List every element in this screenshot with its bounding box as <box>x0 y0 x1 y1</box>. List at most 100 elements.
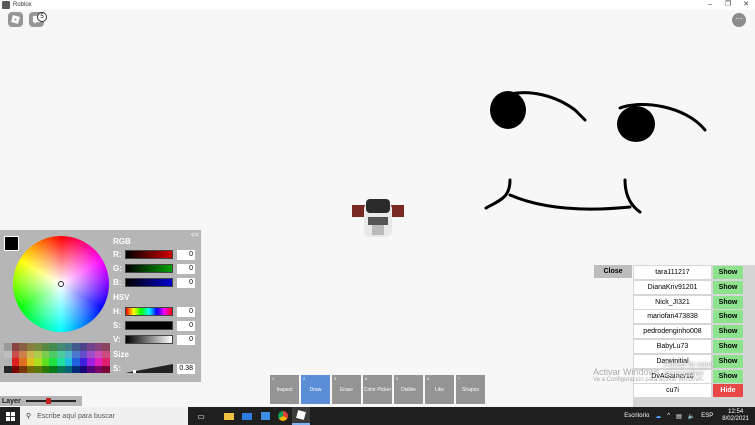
palette-swatch[interactable] <box>79 343 88 351</box>
palette-swatch[interactable] <box>34 358 42 366</box>
palette-swatch[interactable] <box>79 350 88 358</box>
maximize-button[interactable]: ❐ <box>719 0 737 10</box>
palette-swatch[interactable] <box>41 358 50 366</box>
palette-swatch[interactable] <box>49 358 57 366</box>
palette-swatch[interactable] <box>49 365 57 373</box>
show-player-button[interactable]: Show <box>713 280 743 294</box>
palette-swatch[interactable] <box>102 343 110 351</box>
color-wheel-cursor[interactable] <box>58 281 64 287</box>
palette-swatch[interactable] <box>57 343 65 351</box>
palette-swatch[interactable] <box>41 365 50 373</box>
show-player-button[interactable]: Show <box>713 266 743 279</box>
palette-swatch[interactable] <box>19 343 27 351</box>
tool-draw[interactable]: 2 Draw <box>301 375 330 404</box>
network-icon[interactable]: ▤ <box>676 413 682 420</box>
palette-swatch[interactable] <box>72 350 80 358</box>
show-player-button[interactable]: Show <box>713 339 743 353</box>
saturation-slider[interactable] <box>125 321 173 330</box>
palette-swatch[interactable] <box>64 350 73 358</box>
taskbar-clock[interactable]: 12:54 8/02/2021 <box>719 409 752 423</box>
palette-swatch[interactable] <box>19 350 27 358</box>
desktop-toolbar-label[interactable]: Escritorio <box>624 413 649 419</box>
palette-swatch[interactable] <box>94 350 103 358</box>
collapse-panel-button[interactable]: << <box>191 232 199 239</box>
volume-icon[interactable]: 🔈 <box>688 413 695 420</box>
show-player-button[interactable]: Show <box>713 325 743 339</box>
blue-slider[interactable] <box>125 278 173 287</box>
roblox-menu-button[interactable] <box>8 12 23 27</box>
layer-slider-knob[interactable] <box>45 398 51 404</box>
tool-dislike[interactable]: 5 Dislike <box>394 375 423 404</box>
chrome-icon[interactable] <box>274 407 292 425</box>
palette-swatch[interactable] <box>26 343 35 351</box>
close-player-list-button[interactable]: Close <box>594 265 632 278</box>
palette-swatch[interactable] <box>94 358 103 366</box>
value-value-input[interactable]: 0 <box>177 334 195 345</box>
tool-like[interactable]: 6 Like <box>425 375 454 404</box>
palette-swatch[interactable] <box>57 350 65 358</box>
hide-player-button[interactable]: Hide <box>713 384 743 398</box>
tool-shapes[interactable]: 7 Shapes <box>456 375 485 404</box>
palette-swatch[interactable] <box>57 365 65 373</box>
palette-swatch[interactable] <box>64 365 73 373</box>
minimize-button[interactable]: – <box>701 0 719 10</box>
size-value-input[interactable]: 0.38 <box>177 363 195 374</box>
palette-swatch[interactable] <box>94 365 103 373</box>
palette-swatch[interactable] <box>102 350 110 358</box>
palette-swatch[interactable] <box>11 343 20 351</box>
palette-swatch[interactable] <box>34 350 42 358</box>
value-slider[interactable] <box>125 335 173 344</box>
task-view-icon[interactable]: ▭ <box>192 407 210 425</box>
hue-slider[interactable] <box>125 307 173 316</box>
start-button[interactable] <box>0 407 20 425</box>
palette-swatch[interactable] <box>41 343 50 351</box>
palette-swatch[interactable] <box>87 358 95 366</box>
close-window-button[interactable]: ✕ <box>737 0 755 10</box>
color-wheel[interactable] <box>13 236 109 332</box>
palette-swatch[interactable] <box>72 343 80 351</box>
palette-swatch[interactable] <box>102 365 110 373</box>
palette-swatch[interactable] <box>57 358 65 366</box>
palette-swatch[interactable] <box>72 365 80 373</box>
palette-swatch[interactable] <box>41 350 50 358</box>
palette-swatch[interactable] <box>26 350 35 358</box>
show-player-button[interactable]: Show <box>713 295 743 309</box>
red-slider[interactable] <box>125 250 173 259</box>
color-palette[interactable] <box>4 343 110 373</box>
palette-swatch[interactable] <box>87 343 95 351</box>
blue-value-input[interactable]: 0 <box>177 277 195 288</box>
red-value-input[interactable]: 0 <box>177 249 195 260</box>
roblox-taskbar-icon[interactable] <box>292 407 310 425</box>
tool-erase[interactable]: 3 Erase <box>332 375 361 404</box>
palette-swatch[interactable] <box>79 358 88 366</box>
mail-icon[interactable] <box>238 407 256 425</box>
input-language[interactable]: ESP <box>701 413 713 419</box>
palette-swatch[interactable] <box>102 358 110 366</box>
palette-swatch[interactable] <box>4 350 12 358</box>
palette-swatch[interactable] <box>4 365 12 373</box>
palette-swatch[interactable] <box>11 350 20 358</box>
palette-swatch[interactable] <box>87 365 95 373</box>
file-explorer-icon[interactable] <box>220 407 238 425</box>
palette-swatch[interactable] <box>34 343 42 351</box>
palette-swatch[interactable] <box>64 358 73 366</box>
store-icon[interactable] <box>256 407 274 425</box>
size-slider[interactable] <box>125 364 173 373</box>
palette-swatch[interactable] <box>26 365 35 373</box>
hue-value-input[interactable]: 0 <box>177 306 195 317</box>
more-options-button[interactable]: ⋯ <box>732 13 746 27</box>
tool-inspect[interactable]: 1 Inspect <box>270 375 299 404</box>
taskbar-search[interactable]: ⚲ Escribe aquí para buscar <box>20 407 188 425</box>
palette-swatch[interactable] <box>4 343 12 351</box>
palette-swatch[interactable] <box>94 343 103 351</box>
palette-swatch[interactable] <box>19 365 27 373</box>
palette-swatch[interactable] <box>19 358 27 366</box>
palette-swatch[interactable] <box>64 343 73 351</box>
palette-swatch[interactable] <box>11 365 20 373</box>
saturation-value-input[interactable]: 0 <box>177 320 195 331</box>
show-player-button[interactable]: Show <box>713 310 743 324</box>
palette-swatch[interactable] <box>79 365 88 373</box>
palette-swatch[interactable] <box>34 365 42 373</box>
onedrive-icon[interactable]: ☁ <box>655 413 661 420</box>
tool-color-picker[interactable]: 4 Color Picker <box>363 375 392 404</box>
